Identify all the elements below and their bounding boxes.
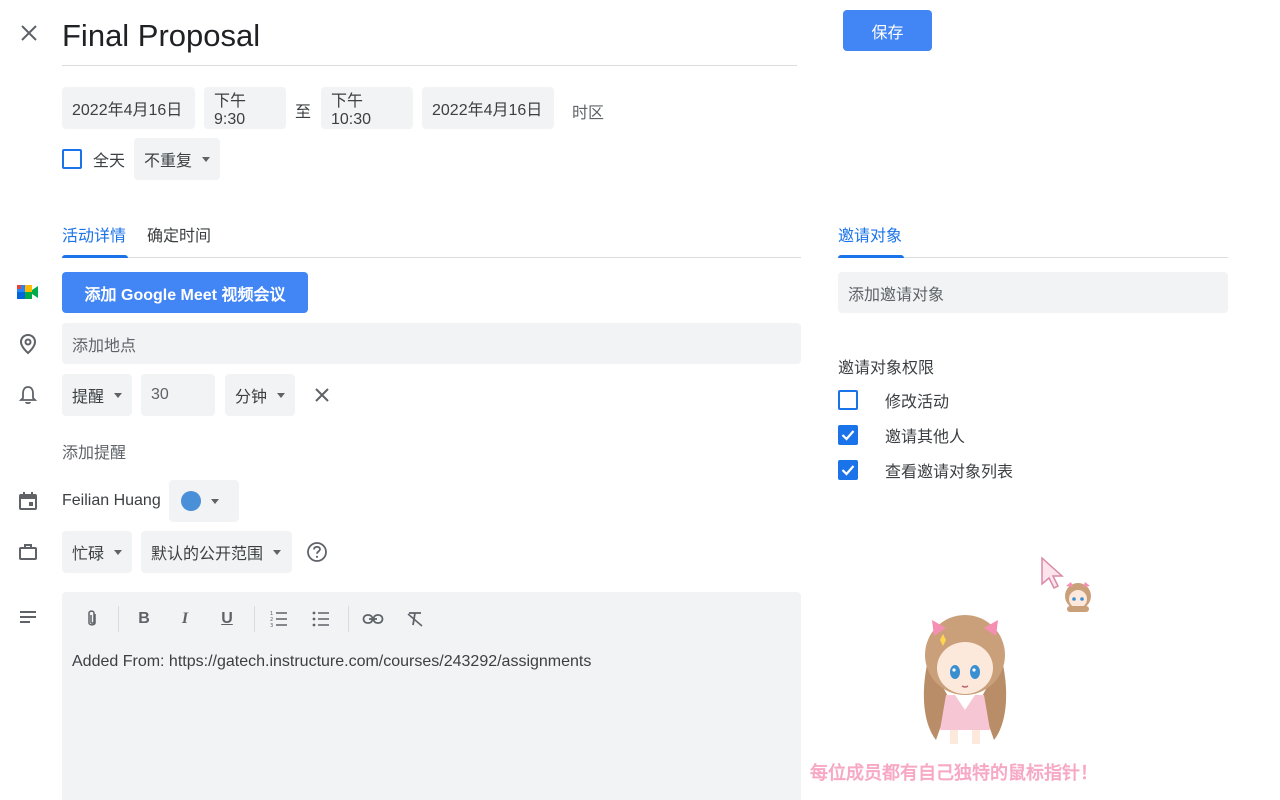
tab-active-indicator	[838, 255, 904, 258]
chevron-down-icon	[273, 549, 282, 555]
attachment-icon[interactable]	[79, 606, 105, 632]
add-guests-placeholder: 添加邀请对象	[848, 286, 945, 304]
end-time-text: 下午10:30	[331, 93, 372, 128]
busy-status-dropdown[interactable]: 忙碌	[62, 531, 132, 573]
start-date-text: 2022年4月16日	[72, 102, 183, 119]
bold-icon[interactable]: B	[131, 606, 157, 632]
add-guests-input[interactable]: 添加邀请对象	[838, 272, 1228, 313]
allday-label: 全天	[93, 153, 126, 170]
tab-guests-label: 邀请对象	[838, 228, 903, 245]
toolbar-divider	[348, 606, 349, 632]
save-button-label: 保存	[871, 24, 904, 42]
permission-modify-event[interactable]: 修改活动	[838, 388, 949, 412]
briefcase-icon	[16, 541, 40, 563]
end-time-picker[interactable]: 下午10:30	[321, 87, 413, 129]
calendar-icon	[16, 490, 40, 512]
toolbar-divider	[254, 606, 255, 632]
event-title-text: Final Proposal	[62, 18, 261, 53]
chevron-down-icon	[114, 392, 122, 398]
chevron-down-icon	[114, 549, 122, 555]
tab-event-details-label: 活动详情	[62, 228, 127, 245]
guest-permissions-title: 邀请对象权限	[838, 360, 935, 377]
location-placeholder: 添加地点	[72, 337, 137, 355]
mouse-cursor-icon	[1040, 556, 1100, 619]
mascot-illustration	[910, 600, 1020, 755]
notification-type-text: 提醒	[72, 389, 105, 406]
end-date-text: 2022年4月16日	[432, 102, 543, 119]
timezone-link[interactable]: 时区	[572, 99, 604, 123]
permission-see-guest-list[interactable]: 查看邀请对象列表	[838, 458, 1013, 482]
svg-text:3: 3	[270, 623, 273, 628]
location-pin-icon	[16, 332, 40, 356]
tab-find-time-label: 确定时间	[147, 228, 212, 245]
start-date-picker[interactable]: 2022年4月16日	[62, 87, 195, 129]
tab-guests[interactable]: 邀请对象	[838, 222, 904, 258]
allday-checkbox[interactable]: 全天	[62, 147, 125, 171]
permission-modify-label: 修改活动	[885, 394, 950, 411]
to-label: 至	[295, 104, 312, 121]
permission-see-list-label: 查看邀请对象列表	[885, 464, 1014, 481]
chevron-down-icon	[277, 392, 285, 398]
notification-unit-text: 分钟	[235, 389, 268, 406]
notification-value-text: 30	[151, 386, 169, 403]
overlay-caption: 每位成员都有自己独特的鼠标指针！	[810, 759, 1098, 785]
description-text: Added From: https://gatech.instructure.c…	[72, 653, 592, 670]
permission-modify-checkbox[interactable]	[838, 390, 858, 410]
numbered-list-icon[interactable]: 123	[266, 606, 292, 632]
underline-icon[interactable]: U	[214, 606, 240, 632]
chevron-down-icon	[202, 156, 210, 162]
permission-invite-others[interactable]: 邀请其他人	[838, 423, 965, 447]
notification-value-input[interactable]: 30	[141, 374, 215, 416]
add-meet-button[interactable]: 添加 Google Meet 视频会议	[62, 272, 308, 313]
close-icon[interactable]	[16, 20, 42, 46]
help-icon[interactable]	[305, 540, 329, 564]
toolbar-divider	[118, 606, 119, 632]
save-button[interactable]: 保存	[843, 10, 932, 51]
tab-active-indicator	[62, 255, 128, 258]
start-time-picker[interactable]: 下午9:30	[204, 87, 286, 129]
start-time-text: 下午9:30	[214, 93, 247, 128]
bulleted-list-icon[interactable]	[308, 606, 334, 632]
calendar-owner: Feilian Huang	[62, 492, 161, 509]
busy-status-text: 忙碌	[72, 546, 105, 563]
color-swatch	[181, 491, 201, 511]
add-notification-link[interactable]: 添加提醒	[62, 439, 126, 463]
italic-icon[interactable]: I	[172, 606, 198, 632]
notification-type-dropdown[interactable]: 提醒	[62, 374, 132, 416]
permission-invite-checkbox[interactable]	[838, 425, 858, 445]
notification-unit-dropdown[interactable]: 分钟	[225, 374, 295, 416]
remove-formatting-icon[interactable]	[402, 606, 428, 632]
add-meet-label: 添加 Google Meet 视频会议	[84, 286, 286, 304]
calendar-color-dropdown[interactable]	[169, 480, 239, 522]
check-icon	[841, 465, 855, 476]
google-meet-icon	[16, 282, 40, 302]
allday-checkbox-box[interactable]	[62, 149, 82, 169]
tab-find-time[interactable]: 确定时间	[147, 222, 211, 246]
visibility-text: 默认的公开范围	[151, 546, 264, 563]
permission-invite-label: 邀请其他人	[885, 429, 966, 446]
end-date-picker[interactable]: 2022年4月16日	[422, 87, 554, 129]
link-icon[interactable]	[360, 606, 386, 632]
overlay-caption-text: 每位成员都有自己独特的鼠标指针！	[810, 763, 1098, 783]
remove-notification-icon[interactable]	[310, 383, 334, 407]
description-icon	[16, 606, 40, 628]
visibility-dropdown[interactable]: 默认的公开范围	[141, 531, 292, 573]
event-title-input[interactable]: Final Proposal	[62, 14, 797, 66]
bell-icon	[16, 383, 40, 407]
check-icon	[841, 430, 855, 441]
permission-see-list-checkbox[interactable]	[838, 460, 858, 480]
tab-event-details[interactable]: 活动详情	[62, 222, 128, 258]
repeat-text: 不重复	[144, 153, 193, 170]
repeat-dropdown[interactable]: 不重复	[134, 138, 220, 180]
chevron-down-icon	[211, 498, 219, 504]
location-input[interactable]: 添加地点	[62, 323, 801, 364]
